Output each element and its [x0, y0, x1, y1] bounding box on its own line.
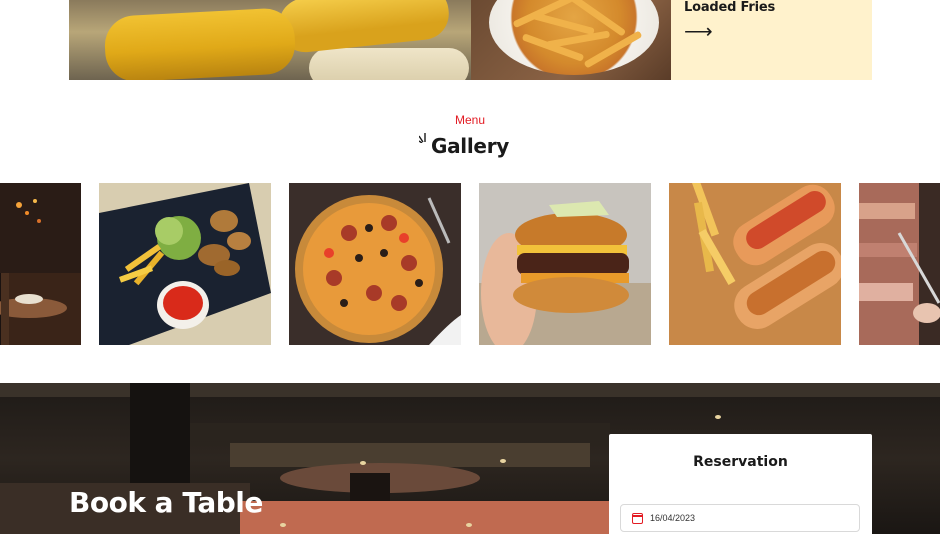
reservation-card: Reservation 16/04/2023	[609, 434, 872, 534]
reservation-date-field[interactable]: 16/04/2023	[620, 504, 860, 532]
gallery-item-shawarma[interactable]	[859, 183, 940, 345]
gallery-kicker: Menu	[454, 113, 486, 127]
top-feature-strip: Loaded Fries ⟶	[69, 0, 872, 80]
gallery-item-fried-chicken[interactable]	[99, 183, 271, 345]
arrow-right-icon[interactable]: ⟶	[684, 22, 713, 42]
gallery-item-burger[interactable]	[479, 183, 651, 345]
loaded-fries-card[interactable]: Loaded Fries ⟶	[671, 0, 872, 80]
loaded-fries-image	[471, 0, 671, 80]
reservation-title: Reservation	[693, 454, 788, 470]
sparkle-icon	[419, 133, 426, 143]
gallery-item-pizza[interactable]	[289, 183, 461, 345]
corn-dish-image	[69, 0, 471, 80]
book-table-title: Book a Table	[69, 486, 263, 519]
calendar-icon	[632, 512, 643, 524]
gallery-item-hot-dogs[interactable]	[669, 183, 841, 345]
reservation-date-value: 16/04/2023	[650, 513, 696, 523]
gallery-title: Gallery	[419, 133, 509, 158]
loaded-fries-title: Loaded Fries	[684, 0, 776, 15]
gallery-item-restaurant-interior[interactable]	[0, 183, 81, 345]
gallery-title-text: Gallery	[431, 134, 509, 158]
book-table-section: Book a Table Reservation 16/04/2023	[0, 383, 940, 534]
gallery-carousel[interactable]	[0, 183, 940, 345]
